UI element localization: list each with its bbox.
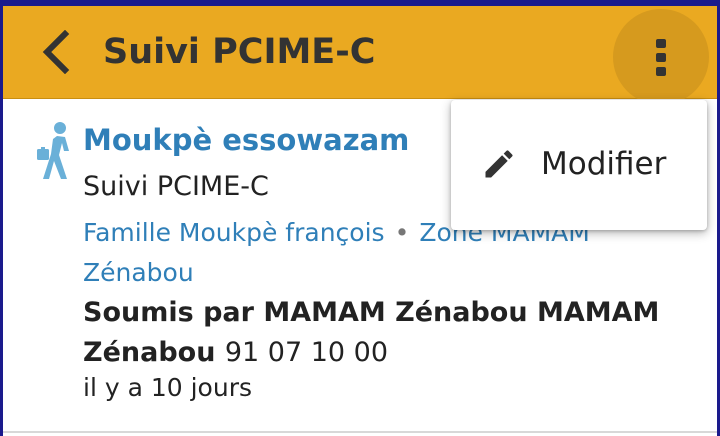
menu-item-edit[interactable]: Modifier	[451, 100, 707, 230]
app-bar: Suivi PCIME-C	[3, 6, 717, 105]
lineage-item-family[interactable]: Famille Moukpè françois	[83, 218, 385, 247]
submitter-phone: 91 07 10 00	[224, 337, 389, 368]
person-walking-icon	[37, 122, 69, 179]
form-name: Suivi PCIME-C	[83, 171, 269, 202]
divider	[3, 431, 717, 433]
arrow-left-icon	[42, 30, 70, 74]
more-vertical-icon	[656, 39, 666, 76]
pencil-icon	[485, 150, 513, 178]
patient-name-link[interactable]: Moukpè essowazam	[83, 123, 409, 157]
back-button[interactable]	[33, 26, 79, 78]
relative-time: il y a 10 jours	[83, 373, 252, 402]
page-title: Suivi PCIME-C	[103, 32, 376, 72]
submitter-info: Soumis par MAMAM Zénabou MAMAM Zénabou 9…	[83, 293, 663, 373]
lineage-separator: •	[394, 218, 410, 247]
overflow-menu-button[interactable]	[613, 9, 709, 105]
menu-item-edit-label: Modifier	[541, 146, 667, 182]
overflow-menu: Modifier	[451, 100, 707, 230]
